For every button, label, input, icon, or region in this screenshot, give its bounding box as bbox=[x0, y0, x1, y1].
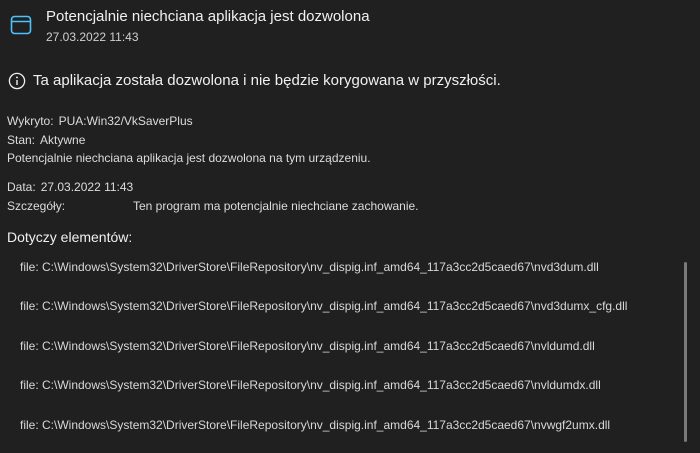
list-item: file: C:\Windows\System32\DriverStore\Fi… bbox=[20, 299, 628, 313]
notification-title: Potencjalnie niechciana aplikacja jest d… bbox=[46, 8, 370, 25]
date-label: Data: bbox=[7, 180, 36, 194]
description-text: Potencjalnie niechciana aplikacja jest d… bbox=[7, 151, 371, 165]
app-window-icon bbox=[10, 14, 32, 36]
status-label: Stan: bbox=[7, 133, 36, 147]
info-banner: Ta aplikacja została dozwolona i nie będ… bbox=[8, 71, 688, 91]
date-value: 27.03.2022 11:43 bbox=[40, 180, 134, 194]
info-message: Ta aplikacja została dozwolona i nie będ… bbox=[33, 72, 501, 89]
list-item: file: C:\Windows\System32\DriverStore\Fi… bbox=[20, 260, 599, 274]
date-row: Data: 27.03.2022 11:43 bbox=[7, 180, 133, 194]
details-row: Szczegóły: Ten program ma potencjalnie n… bbox=[7, 199, 687, 213]
notification-header: Potencjalnie niechciana aplikacja jest d… bbox=[0, 0, 700, 52]
list-item: file: C:\Windows\System32\DriverStore\Fi… bbox=[20, 378, 601, 392]
affected-items-list[interactable]: file: C:\Windows\System32\DriverStore\Fi… bbox=[0, 252, 700, 453]
info-circle-icon bbox=[8, 72, 26, 90]
detected-value: PUA:Win32/VkSaverPlus bbox=[58, 114, 193, 128]
notification-date: 27.03.2022 11:43 bbox=[46, 30, 139, 44]
list-item: file: C:\Windows\System32\DriverStore\Fi… bbox=[20, 339, 595, 353]
details-label: Szczegóły: bbox=[7, 199, 66, 213]
threat-details-panel: Potencjalnie niechciana aplikacja jest d… bbox=[0, 0, 700, 453]
detected-label: Wykryto: bbox=[7, 114, 54, 128]
status-value: Aktywne bbox=[40, 133, 86, 147]
affected-items-title: Dotyczy elementów: bbox=[7, 229, 133, 245]
list-item: file: C:\Windows\System32\DriverStore\Fi… bbox=[20, 418, 611, 432]
detected-row: Wykryto: PUA:Win32/VkSaverPlus bbox=[7, 114, 193, 128]
details-value: Ten program ma potencjalnie niechciane z… bbox=[133, 199, 419, 213]
list-scrollbar[interactable] bbox=[684, 262, 687, 442]
status-row: Stan: Aktywne bbox=[7, 133, 85, 147]
